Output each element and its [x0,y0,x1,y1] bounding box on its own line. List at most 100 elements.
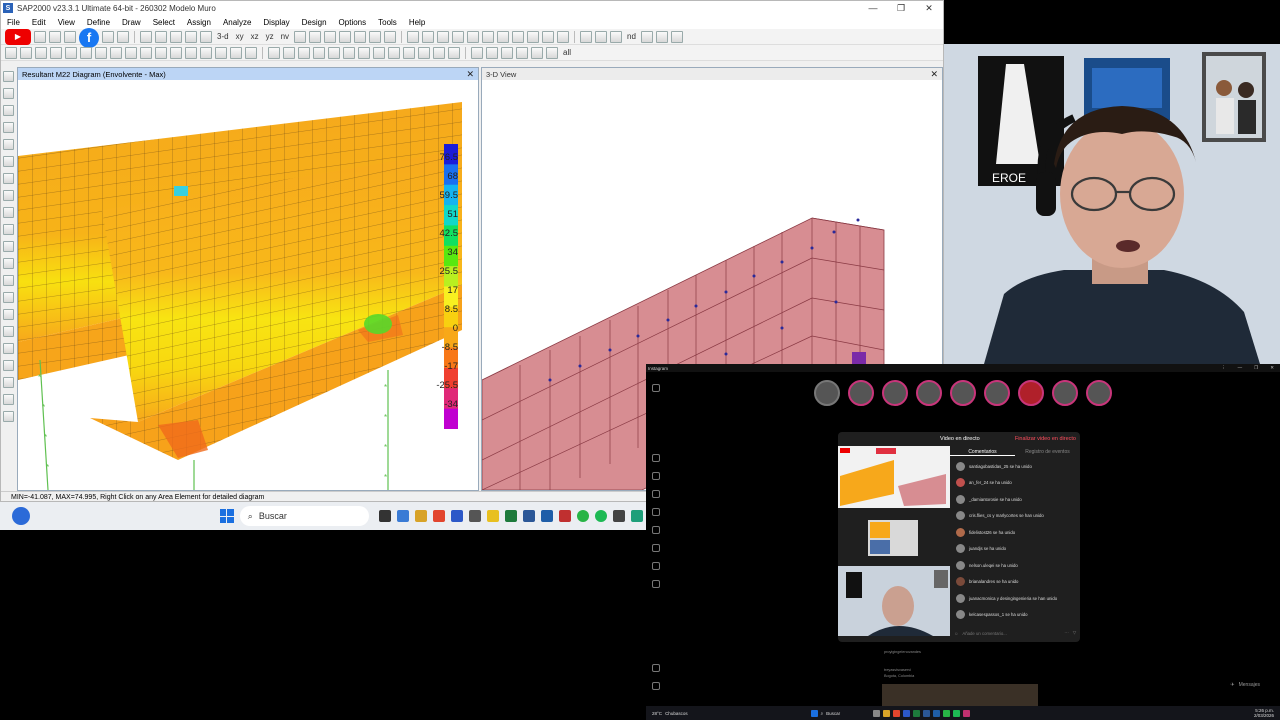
story[interactable] [1018,380,1044,406]
link-tool-icon[interactable] [3,241,14,252]
temperature-icon[interactable] [373,46,385,59]
align-icon[interactable] [200,46,212,59]
maximize-icon[interactable]: ❐ [1254,365,1258,371]
check-icon[interactable] [369,30,382,43]
view-3d-button[interactable]: 3-d [215,32,231,41]
constraint-icon[interactable] [343,46,355,59]
lock-icon[interactable] [117,30,129,43]
heart-icon[interactable] [652,526,660,534]
story[interactable] [1052,380,1078,406]
threads-icon[interactable] [652,682,660,690]
m22-contour-plot[interactable]: * * * * * * * * [18,80,478,490]
start-icon[interactable] [219,509,234,523]
tab-events[interactable]: Registro de eventos [1015,449,1080,455]
rotate-icon[interactable] [294,30,307,43]
minimize-icon[interactable]: — [859,3,887,14]
maximize-icon[interactable]: ❐ [887,3,915,14]
home-icon[interactable] [652,454,660,462]
mesh-icon[interactable] [80,46,92,59]
excel-icon[interactable] [913,709,921,717]
redo-icon[interactable] [64,30,76,43]
perp-tool-icon[interactable] [3,411,14,422]
messages-button[interactable]: ✈ Mensajes [1230,682,1260,688]
deform-icon[interactable] [418,46,430,59]
intersect-icon[interactable] [516,46,528,59]
menu-draw[interactable]: Draw [122,18,141,27]
story[interactable] [916,380,942,406]
menu-icon[interactable] [652,664,660,672]
view-xz-button[interactable]: xz [249,32,261,41]
replicate-icon[interactable] [140,46,152,59]
intersection-tool-icon[interactable] [3,360,14,371]
outlook-icon[interactable] [451,510,463,522]
extrude-icon[interactable] [185,46,197,59]
menu-define[interactable]: Define [87,18,110,27]
story[interactable] [814,380,840,406]
mirror-icon[interactable] [125,46,137,59]
copy-icon[interactable] [35,46,47,59]
zoom-window-icon[interactable] [140,30,152,43]
create-icon[interactable] [652,544,660,552]
file-explorer-icon[interactable] [415,510,427,522]
close-icon[interactable]: ✕ [1270,365,1274,371]
taskbar-search[interactable]: Buscar [826,711,840,716]
text-icon[interactable] [407,30,420,43]
end-live-button[interactable]: Finalizar video en directo [1015,436,1076,442]
word-icon[interactable] [523,510,535,522]
snap-icon[interactable] [482,30,495,43]
menu-design[interactable]: Design [302,18,327,27]
app-icon[interactable] [559,510,571,522]
app-icon[interactable] [613,510,625,522]
story[interactable] [848,380,874,406]
area-tool-icon[interactable] [3,173,14,184]
excel-icon[interactable] [505,510,517,522]
merge-icon[interactable] [95,46,107,59]
tab-comments[interactable]: Comentarios [950,449,1015,456]
node-icon[interactable] [497,30,510,43]
menu-help[interactable]: Help [409,18,425,27]
ruler-icon[interactable] [437,30,450,43]
app-icon[interactable] [631,510,643,522]
move-icon[interactable] [155,46,167,59]
whatsapp-icon[interactable] [943,709,951,717]
grid-icon[interactable] [384,30,397,43]
link-icon[interactable] [512,30,525,43]
mass-icon[interactable] [313,46,325,59]
start-icon[interactable] [810,709,818,717]
stress-icon[interactable] [448,46,460,59]
chrome-icon[interactable] [893,709,901,717]
delete-icon[interactable] [65,46,77,59]
point-tool-icon[interactable] [3,377,14,388]
connect-icon[interactable] [245,46,257,59]
frame-icon[interactable] [422,30,435,43]
messages-icon[interactable] [652,490,660,498]
feed-post-preview[interactable] [882,684,1038,706]
close-pane-icon[interactable]: ✕ [466,69,474,80]
zoom-fit-icon[interactable] [185,30,197,43]
up-icon[interactable] [324,30,337,43]
load-icon[interactable] [328,46,340,59]
area-icon[interactable] [542,30,555,43]
explore-icon[interactable] [652,562,660,570]
deselect-icon[interactable] [20,46,32,59]
weather-icon[interactable] [12,507,30,525]
cursor-icon[interactable] [640,30,653,43]
paste-icon[interactable] [50,46,62,59]
menu-tools[interactable]: Tools [378,18,397,27]
force-icon[interactable] [433,46,445,59]
spring-icon[interactable] [298,46,310,59]
section-cut-icon[interactable] [3,258,14,269]
strain-icon[interactable] [403,46,415,59]
menu-edit[interactable]: Edit [32,18,46,27]
save-icon[interactable] [34,30,46,43]
spotify-icon[interactable] [953,709,961,717]
reference-point-icon[interactable] [3,292,14,303]
snap-tool-icon[interactable] [3,343,14,354]
joint-icon[interactable] [610,30,623,43]
menu-view[interactable]: View [58,18,75,27]
sap-taskbar-icon[interactable] [541,510,553,522]
feed-username[interactable]: proyigingelenovandes [884,650,921,654]
select-icon[interactable] [467,30,480,43]
pan-icon[interactable] [200,30,212,43]
zoom-in-icon[interactable] [155,30,167,43]
